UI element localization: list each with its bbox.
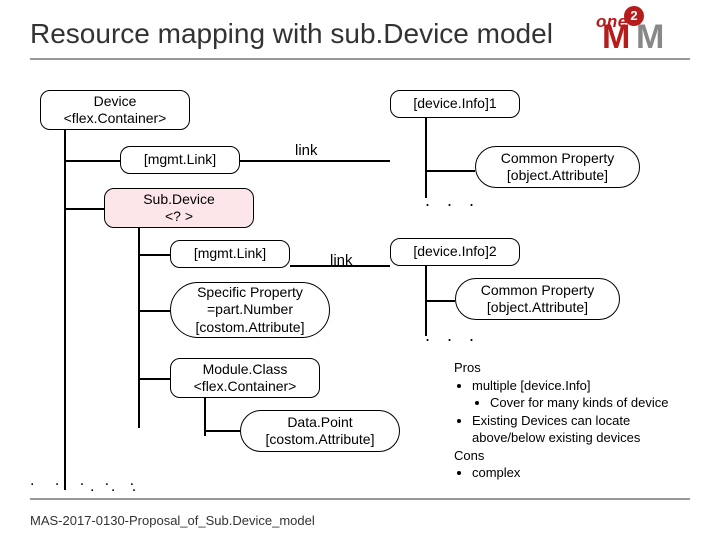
sub-device-line2: <? > [111,208,247,226]
datapoint-line1: Data.Point [247,414,393,432]
branch-mgmt1 [64,160,120,162]
node-data-point: Data.Point [costom.Attribute] [240,410,400,452]
node-device-info-1-text: [device.Info]1 [397,95,513,113]
node-device-line2: <flex.Container> [47,110,183,128]
logo-m-grey: M [636,20,664,54]
node-device-info-2-text: [device.Info]2 [397,243,513,261]
footer-rule [30,498,690,500]
sub-trunk [138,228,140,428]
specific-line2: =part.Number [177,301,323,319]
node-mgmt-link-2-text: [mgmt.Link] [177,245,283,263]
link-label-2: link [330,252,353,269]
node-common-property-1: Common Property [object.Attribute] [475,146,640,188]
tree-trunk [64,120,66,490]
cons-item-1: complex [472,464,694,482]
sub-device-line1: Sub.Device [111,191,247,209]
branch-specific [138,310,170,312]
module-line1: Module.Class [177,361,313,379]
devinfo2-branch [425,300,455,302]
diagram-canvas: Device <flex.Container> [mgmt.Link] link… [30,90,690,490]
node-device-info-1: [device.Info]1 [390,90,520,118]
dots-devinfo2: . . . [425,325,480,346]
node-mgmt-link-1-text: [mgmt.Link] [127,151,233,169]
pros-item-2: Existing Devices can locate above/below … [472,412,694,447]
logo-m-red: M [602,20,630,54]
common-prop-1-line1: Common Property [482,150,633,168]
common-prop-2-line1: Common Property [462,282,613,300]
node-device-line1: Device [47,93,183,111]
title-underline [30,58,690,60]
link-label-1: link [295,142,318,159]
node-sub-device: Sub.Device <? > [104,188,254,228]
dots-devinfo1: . . . [425,190,480,211]
cons-header: Cons [454,447,694,465]
pros-item-1: multiple [device.Info] Cover for many ki… [472,377,694,412]
specific-line1: Specific Property [177,284,323,302]
footer-text: MAS-2017-0130-Proposal_of_Sub.Device_mod… [30,513,315,528]
common-prop-2-line2: [object.Attribute] [462,299,613,317]
node-specific-property: Specific Property =part.Number [costom.A… [170,282,330,338]
specific-line3: [costom.Attribute] [177,319,323,337]
common-prop-1-line2: [object.Attribute] [482,167,633,185]
link-line-1 [240,160,390,162]
pros-item-1-text: multiple [device.Info] [472,378,591,393]
branch-mgmt2 [138,254,170,256]
node-device-info-2: [device.Info]2 [390,238,520,266]
pros-item-1a: Cover for many kinds of device [490,394,694,412]
slide-title: Resource mapping with sub.Device model [30,18,690,50]
onem2m-logo: one 2 M M [596,8,696,58]
devinfo1-branch [425,170,475,172]
module-line2: <flex.Container> [177,378,313,396]
node-mgmt-link-1: [mgmt.Link] [120,146,240,174]
datapoint-line2: [costom.Attribute] [247,431,393,449]
branch-module [138,378,170,380]
pros-cons-box: Pros multiple [device.Info] Cover for ma… [454,359,694,482]
node-module-class: Module.Class <flex.Container> [170,358,320,398]
node-device: Device <flex.Container> [40,90,190,130]
devinfo1-trunk [425,118,427,198]
node-common-property-2: Common Property [object.Attribute] [455,278,620,320]
branch-datapoint [204,430,240,432]
pros-header: Pros [454,359,694,377]
bottom-dots-2: . . . [90,478,142,496]
node-mgmt-link-2: [mgmt.Link] [170,240,290,268]
branch-subdevice [64,208,104,210]
